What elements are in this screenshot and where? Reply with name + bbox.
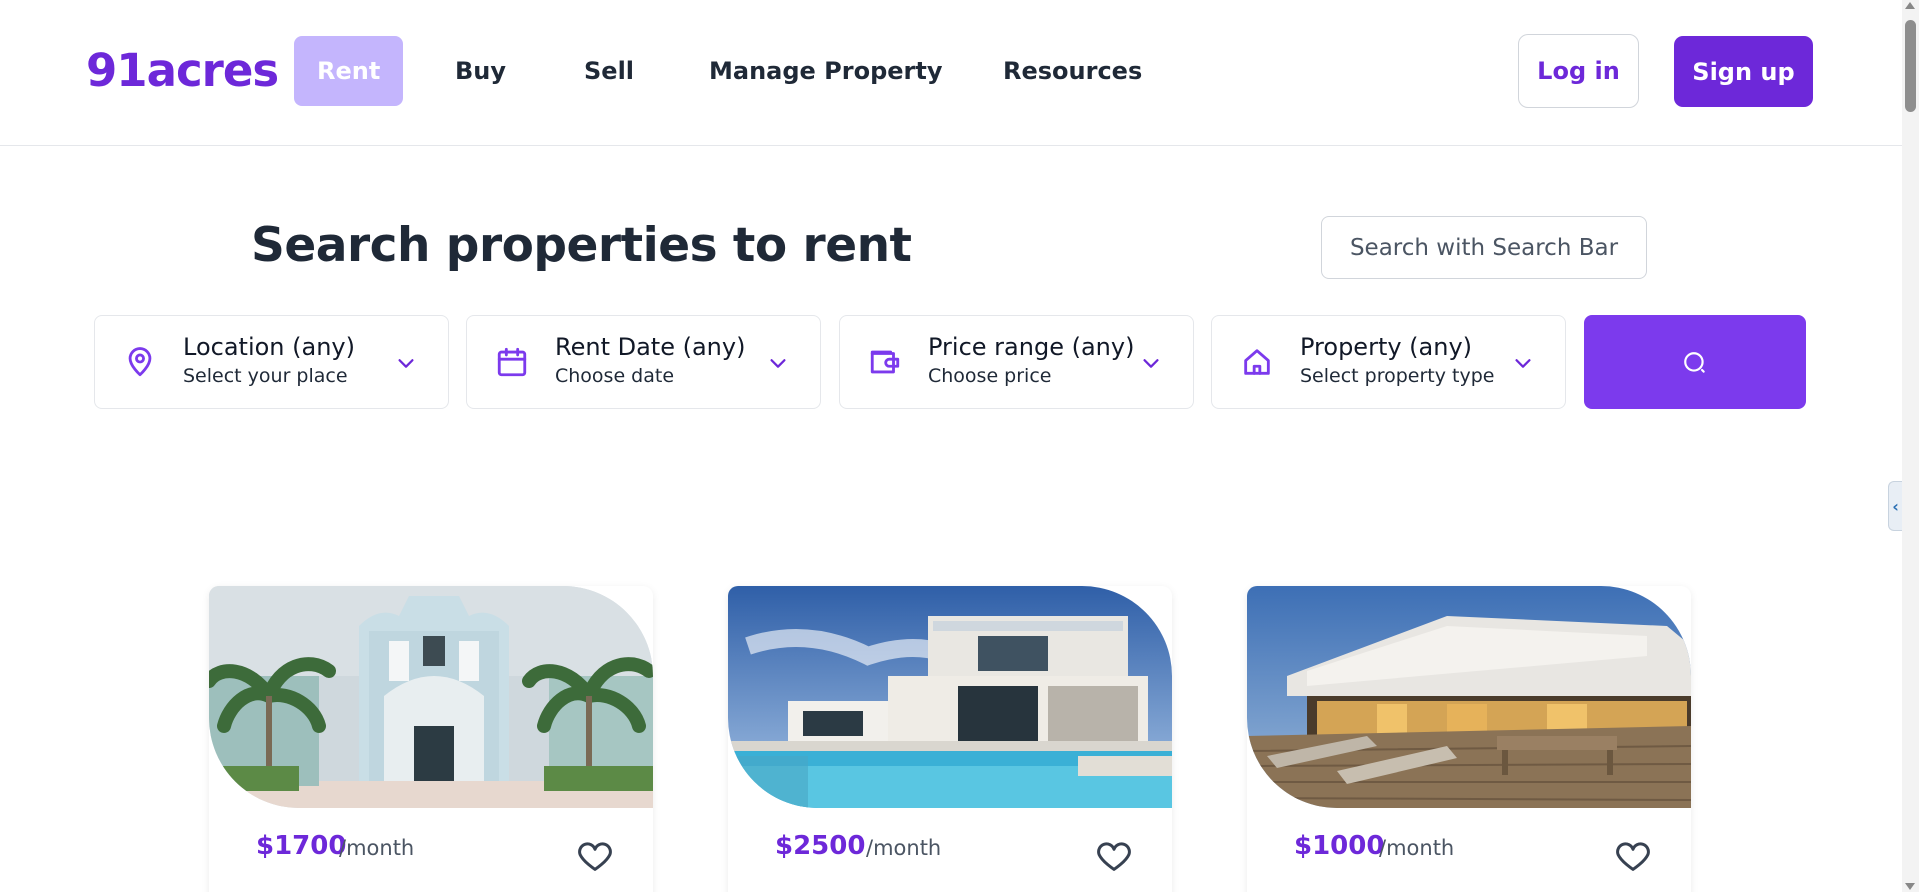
listing-period: /month <box>866 836 942 860</box>
logo[interactable]: 91acres <box>86 44 279 97</box>
nav-manage-property[interactable]: Manage Property <box>709 36 943 106</box>
search-submit-button[interactable] <box>1584 315 1806 409</box>
heart-icon[interactable] <box>1094 836 1134 876</box>
filter-subtitle: Choose price <box>928 365 1052 387</box>
filter-title: Price range (any) <box>928 333 1135 361</box>
top-navbar: 91acres Rent Buy Sell Manage Property Re… <box>0 0 1902 146</box>
page-title: Search properties to rent <box>251 218 912 273</box>
location-pin-icon <box>128 347 152 377</box>
filter-title: Property (any) <box>1300 333 1473 361</box>
chevron-down-icon <box>770 359 786 368</box>
listing-photo[interactable] <box>209 586 653 808</box>
listing-card[interactable]: $1000 /month <box>1247 586 1691 892</box>
vertical-scrollbar[interactable] <box>1902 0 1919 892</box>
listing-period: /month <box>1379 836 1455 860</box>
home-icon <box>1244 349 1270 375</box>
search-icon <box>1684 352 1705 373</box>
listing-price: $2500 <box>775 831 866 861</box>
scroll-down-arrow-icon[interactable] <box>1905 883 1915 890</box>
house-image <box>209 586 653 808</box>
listing-photo[interactable] <box>1247 586 1691 808</box>
listing-price: $1000 <box>1294 831 1385 861</box>
filter-location[interactable]: Location (any) Select your place <box>94 315 449 409</box>
chevron-left-icon: ‹ <box>1892 497 1899 516</box>
house-image <box>1247 586 1691 808</box>
filter-subtitle: Select property type <box>1300 365 1495 387</box>
calendar-icon <box>497 347 527 377</box>
filter-title: Location (any) <box>183 333 355 361</box>
heart-icon[interactable] <box>1613 836 1653 876</box>
listing-price: $1700 <box>256 831 347 861</box>
listing-card[interactable]: $1700 /month <box>209 586 653 892</box>
nav-sell[interactable]: Sell <box>584 36 634 106</box>
chevron-down-icon <box>1143 359 1159 368</box>
signup-button[interactable]: Sign up <box>1674 36 1813 107</box>
filter-title: Rent Date (any) <box>555 333 746 361</box>
house-image <box>728 586 1172 808</box>
filter-rent-date[interactable]: Rent Date (any) Choose date <box>466 315 821 409</box>
scroll-thumb[interactable] <box>1905 20 1916 112</box>
login-button[interactable]: Log in <box>1518 34 1639 108</box>
heart-icon[interactable] <box>575 836 615 876</box>
filter-subtitle: Select your place <box>183 365 348 387</box>
chevron-down-icon <box>1515 359 1531 368</box>
nav-buy[interactable]: Buy <box>455 36 506 106</box>
scroll-up-arrow-icon[interactable] <box>1905 2 1915 9</box>
chevron-down-icon <box>398 359 414 368</box>
search-with-bar-button[interactable]: Search with Search Bar <box>1321 216 1647 279</box>
filter-property-type[interactable]: Property (any) Select property type <box>1211 315 1566 409</box>
listing-period: /month <box>339 836 415 860</box>
listing-photo[interactable] <box>728 586 1172 808</box>
side-panel-toggle[interactable]: ‹ <box>1888 481 1902 531</box>
filter-subtitle: Choose date <box>555 365 675 387</box>
nav-rent[interactable]: Rent <box>294 36 404 106</box>
nav-resources[interactable]: Resources <box>1003 36 1142 106</box>
wallet-icon <box>870 350 900 374</box>
filter-price-range[interactable]: Price range (any) Choose price <box>839 315 1194 409</box>
listing-card[interactable]: $2500 /month <box>728 586 1172 892</box>
